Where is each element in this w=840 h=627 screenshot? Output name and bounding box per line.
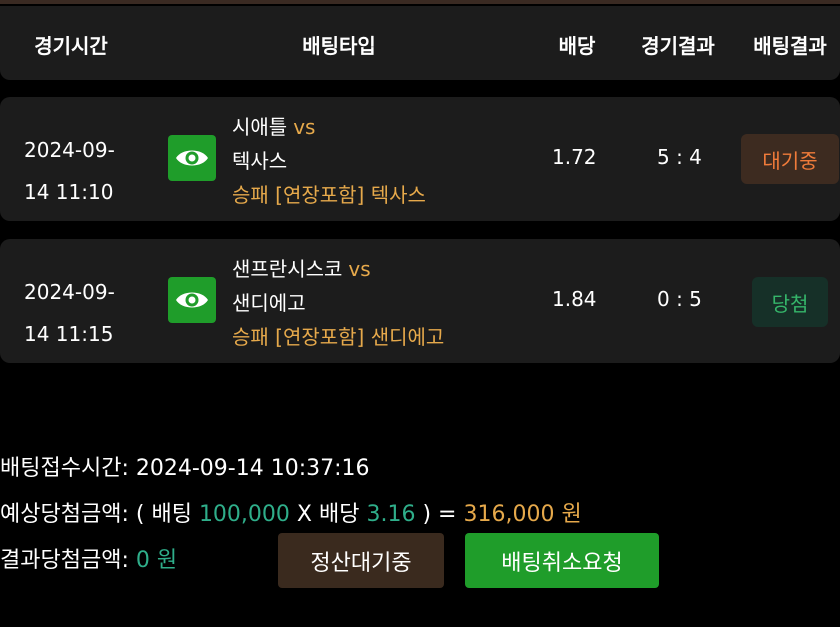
game-score: 5 : 4 [657,145,702,169]
game-date: 2024-09- [24,138,115,162]
away-team: 텍사스 [232,149,288,173]
header-time: 경기시간 [34,34,108,58]
bet-type: 승패 [연장포함] 샌디에고 [232,325,445,349]
cancel-bet-button[interactable]: 배팅취소요청 [465,533,659,588]
bet-result-badge: 대기중 [741,134,839,184]
vs-label: vs [348,257,371,281]
result-amount: 0 원 [135,548,178,573]
match-info: 시애틀 vs 텍사스 승패 [연장포함] 텍사스 [232,110,426,212]
match-info: 샌프란시스코 vs 샌디에고 승패 [연장포함] 샌디에고 [232,252,444,354]
header-odds: 배당 [558,34,596,58]
expected-winnings-label: 예상당첨금액: [0,502,129,527]
bet-row: 2024-09- 14 11:10 시애틀 vs 텍사스 승패 [연장포함] 텍사… [0,97,840,221]
bet-amount: 100,000 [198,502,290,527]
expected-winnings-line: 예상당첨금액: ( 배팅 100,000 X 배당 3.16 ) = 316,0… [0,496,582,528]
home-team: 샌프란시스코 [232,257,343,281]
game-time: 2024-09- 14 11:10 [24,129,115,213]
expected-amount: 316,000 원 [463,502,582,527]
top-divider [0,0,840,4]
header-bet-result: 배팅결과 [753,34,827,58]
total-odds-label: 배당 [319,502,360,527]
header-game-result: 경기결과 [641,34,715,58]
multiply-sign: X [296,502,312,527]
received-time-value: 2024-09-14 10:37:16 [135,456,370,481]
close-paren-equals: ) = [422,502,457,527]
eye-icon [176,292,208,308]
odds-value: 1.72 [552,145,597,169]
eye-icon [176,150,208,166]
home-team: 시애틀 [232,115,288,139]
bet-row: 2024-09- 14 11:15 샌프란시스코 vs 샌디에고 승패 [연장포함… [0,239,840,363]
result-winnings-label: 결과당첨금액: [0,548,129,573]
table-header: 경기시간 배팅타입 배당 경기결과 배팅결과 [0,6,840,80]
open-paren: ( [135,502,145,527]
settlement-pending-button[interactable]: 정산대기중 [278,533,444,588]
header-bet-type: 배팅타입 [302,34,376,58]
game-date: 2024-09- [24,280,115,304]
vs-label: vs [293,115,316,139]
away-team: 샌디에고 [232,291,306,315]
game-time: 2024-09- 14 11:15 [24,271,115,355]
bet-type: 승패 [연장포함] 텍사스 [232,183,426,207]
view-button[interactable] [168,135,216,181]
game-score: 0 : 5 [657,287,702,311]
game-clock: 14 11:10 [24,180,114,204]
total-odds: 3.16 [366,502,416,527]
bet-result-badge: 당첨 [752,277,828,327]
view-button[interactable] [168,277,216,323]
bet-amount-label: 배팅 [151,502,192,527]
game-clock: 14 11:15 [24,322,114,346]
result-winnings-line: 결과당첨금액: 0 원 [0,542,177,574]
received-time-line: 배팅접수시간: 2024-09-14 10:37:16 [0,450,370,482]
received-time-label: 배팅접수시간: [0,456,129,481]
odds-value: 1.84 [552,287,597,311]
